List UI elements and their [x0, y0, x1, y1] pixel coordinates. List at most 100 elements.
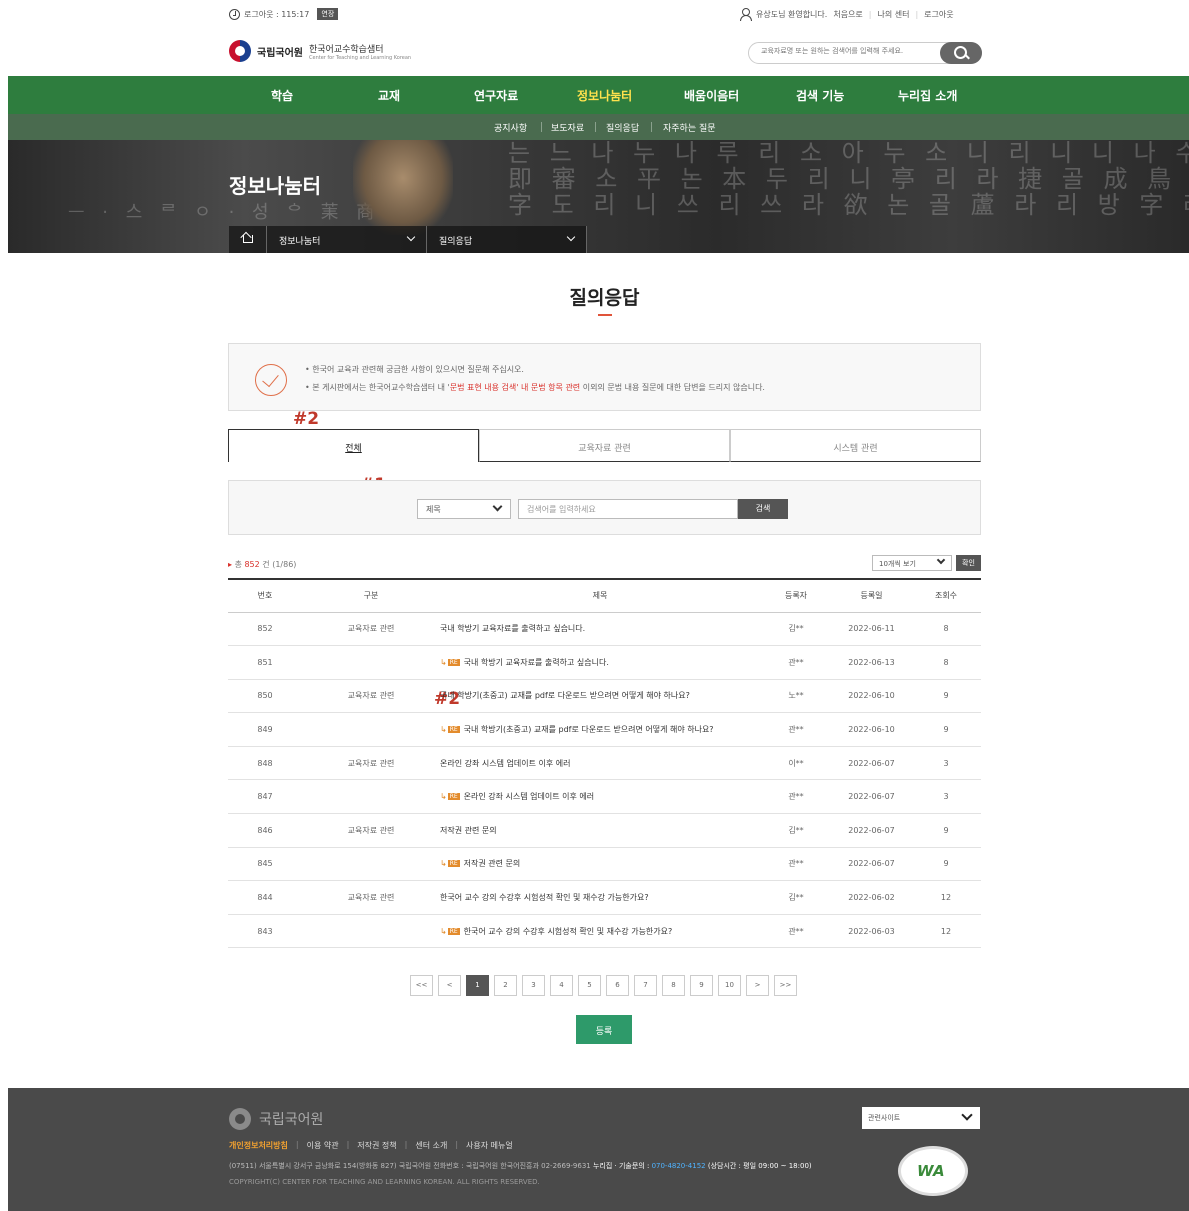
page-button[interactable]: 8: [662, 975, 685, 996]
row-title[interactable]: 한국어 교수 강의 수강후 시험성적 확인 및 재수강 가능한가요?: [464, 927, 673, 936]
tab-edu-material[interactable]: 교육자료 관련: [479, 429, 730, 462]
row-title[interactable]: 국내 학방기 교육자료를 출력하고 싶습니다.: [464, 658, 609, 667]
page-prev-button[interactable]: <: [438, 975, 461, 996]
row-title[interactable]: 국내 학방기 교육자료를 출력하고 싶습니다.: [440, 624, 585, 633]
row-author: 관**: [760, 914, 832, 949]
subnav-press[interactable]: 보도자료: [551, 121, 584, 134]
row-title-cell[interactable]: ↳ RE 한국어 교수 강의 수강후 시험성적 확인 및 재수강 가능한가요?: [440, 914, 760, 949]
nav-learning[interactable]: 학습: [271, 87, 293, 104]
breadcrumb: 정보나눔터 질의응답: [229, 226, 587, 253]
table-row[interactable]: 843 ↳ RE 한국어 교수 강의 수강후 시험성적 확인 및 재수강 가능한가요?…: [228, 914, 981, 949]
home-icon[interactable]: [229, 226, 267, 253]
row-title[interactable]: 국내 학방기(초중고) 교재를 pdf로 다운로드 받으려면 어떻게 해야 하나…: [440, 691, 690, 700]
page-button[interactable]: 3: [522, 975, 545, 996]
link-my-center[interactable]: 나의 센터: [877, 9, 909, 20]
row-title[interactable]: 온라인 강좌 시스템 업데이트 이후 에러: [440, 759, 570, 768]
row-title-cell[interactable]: 온라인 강좌 시스템 업데이트 이후 에러: [440, 746, 760, 781]
row-title[interactable]: 한국어 교수 강의 수강후 시험성적 확인 및 재수강 가능한가요?: [440, 893, 649, 902]
divider: |: [295, 1140, 299, 1149]
table-row[interactable]: 847 ↳ RE 온라인 강좌 시스템 업데이트 이후 에러 관** 2022-06-07…: [228, 779, 981, 815]
row-title[interactable]: 온라인 강좌 시스템 업데이트 이후 에러: [464, 792, 594, 801]
link-home[interactable]: 처음으로: [833, 9, 862, 20]
link-user-manual[interactable]: 사용자 메뉴얼: [466, 1140, 513, 1151]
keyword-input[interactable]: 검색어를 입력하세요: [518, 499, 738, 519]
subnav-qna[interactable]: 질의응답: [606, 121, 639, 134]
row-views: 9: [911, 679, 981, 714]
bullet-icon: ▸: [228, 560, 233, 569]
row-title-cell[interactable]: 국내 학방기 교육자료를 출력하고 싶습니다.: [440, 612, 760, 647]
search-button[interactable]: 검색: [738, 499, 788, 519]
related-sites-select[interactable]: 관련사이트: [862, 1107, 980, 1129]
search-field-select[interactable]: 제목: [417, 499, 511, 519]
table-row[interactable]: 845 ↳ RE 저작권 관련 문의 관** 2022-06-07 9: [228, 847, 981, 882]
page-size-select[interactable]: 10개씩 보기: [872, 555, 952, 571]
row-title[interactable]: 국내 학방기(초중고) 교재를 pdf로 다운로드 받으려면 어떻게 해야 하나…: [464, 725, 714, 734]
check-circle-icon: [255, 364, 287, 396]
breadcrumb-level2[interactable]: 질의응답: [427, 226, 587, 253]
table-row[interactable]: 850 교육자료 관련 국내 학방기(초중고) 교재를 pdf로 다운로드 받으려면…: [228, 679, 981, 714]
nav-info-share[interactable]: 정보나눔터: [577, 87, 632, 104]
total-suffix: 건 (1/86): [259, 560, 297, 569]
row-date: 2022-06-10: [832, 712, 911, 747]
row-title[interactable]: 저작권 관련 문의: [440, 826, 497, 835]
tab-system[interactable]: 시스템 관련: [730, 429, 981, 462]
extend-session-button[interactable]: 연장: [317, 8, 339, 20]
page-button[interactable]: 5: [578, 975, 601, 996]
total-count: ▸ 총 852 건 (1/86): [228, 559, 296, 570]
page-button[interactable]: 2: [494, 975, 517, 996]
table-row[interactable]: 849 ↳ RE 국내 학방기(초중고) 교재를 pdf로 다운로드 받으려면 어떻게…: [228, 712, 981, 747]
link-center-intro[interactable]: 센터 소개: [415, 1140, 447, 1151]
register-button[interactable]: 등록: [576, 1015, 632, 1044]
divider: [595, 122, 596, 132]
page-next-button[interactable]: >: [746, 975, 769, 996]
title-underline: [598, 314, 612, 316]
search-field-value: 제목: [426, 505, 441, 514]
row-category: 교육자료 관련: [302, 679, 440, 714]
tab-all[interactable]: 전체: [228, 429, 479, 462]
row-title[interactable]: 저작권 관련 문의: [464, 859, 521, 868]
breadcrumb-level1[interactable]: 정보나눔터: [267, 226, 427, 253]
page-button[interactable]: 4: [550, 975, 573, 996]
footer-logo: 국립국어원: [229, 1108, 323, 1130]
search-icon[interactable]: [940, 42, 982, 64]
page-first-button[interactable]: <<: [410, 975, 433, 996]
table-row[interactable]: 848 교육자료 관련 온라인 강좌 시스템 업데이트 이후 에러 이** 2022-0…: [228, 746, 981, 781]
table-row[interactable]: 846 교육자료 관련 저작권 관련 문의 김** 2022-06-07 9: [228, 813, 981, 848]
subnav-faq[interactable]: 자주하는 질문: [663, 121, 716, 134]
clock-icon: [229, 8, 240, 20]
nav-textbook[interactable]: 교재: [378, 87, 400, 104]
footer-org: 국립국어원: [259, 1112, 324, 1128]
page-last-button[interactable]: >>: [774, 975, 797, 996]
nav-search-function[interactable]: 검색 기능: [796, 87, 844, 104]
table-row[interactable]: 851 ↳ RE 국내 학방기 교육자료를 출력하고 싶습니다. 관** 2022-06-…: [228, 645, 981, 680]
page-button[interactable]: 10: [718, 975, 741, 996]
page-button[interactable]: 7: [634, 975, 657, 996]
row-title-cell[interactable]: ↳ RE 국내 학방기 교육자료를 출력하고 싶습니다.: [440, 645, 760, 680]
reply-arrow-icon: ↳ RE: [440, 725, 460, 735]
table-row[interactable]: 852 교육자료 관련 국내 학방기 교육자료를 출력하고 싶습니다. 김** 2022…: [228, 612, 981, 647]
link-logout[interactable]: 로그아웃: [924, 9, 953, 20]
row-title-cell[interactable]: ↳ RE 저작권 관련 문의: [440, 847, 760, 882]
nav-research[interactable]: 연구자료: [474, 87, 518, 104]
page-button[interactable]: 6: [606, 975, 629, 996]
page-button[interactable]: 1: [466, 975, 489, 996]
confirm-button[interactable]: 확인: [956, 555, 981, 571]
col-title: 제목: [440, 579, 760, 613]
row-title-cell[interactable]: 한국어 교수 강의 수강후 시험성적 확인 및 재수강 가능한가요?: [440, 880, 760, 915]
nav-about[interactable]: 누리집 소개: [898, 87, 957, 104]
row-title-cell[interactable]: 국내 학방기(초중고) 교재를 pdf로 다운로드 받으려면 어떻게 해야 하나…: [440, 679, 760, 714]
row-title-cell[interactable]: 저작권 관련 문의: [440, 813, 760, 848]
user-links: 유상도님 환영합니다. 처음으로 | 나의 센터 | 로그아웃: [740, 8, 954, 21]
row-author: 관**: [760, 847, 832, 882]
link-privacy[interactable]: 개인정보처리방침: [229, 1140, 288, 1151]
link-terms[interactable]: 이용 약관: [307, 1140, 339, 1151]
table-row[interactable]: 844 교육자료 관련 한국어 교수 강의 수강후 시험성적 확인 및 재수강 가능…: [228, 880, 981, 915]
global-search-input[interactable]: [761, 47, 931, 55]
page-button[interactable]: 9: [690, 975, 713, 996]
row-title-cell[interactable]: ↳ RE 온라인 강좌 시스템 업데이트 이후 에러: [440, 779, 760, 815]
link-copyright-policy[interactable]: 저작권 정책: [357, 1140, 396, 1151]
site-logo[interactable]: 국립국어원 한국어교수학습샘터 Center for Teaching and …: [229, 40, 411, 62]
subnav-notice[interactable]: 공지사항: [494, 121, 527, 134]
nav-learning-link[interactable]: 배움이음터: [684, 87, 739, 104]
row-title-cell[interactable]: ↳ RE 국내 학방기(초중고) 교재를 pdf로 다운로드 받으려면 어떻게 해야…: [440, 712, 760, 747]
